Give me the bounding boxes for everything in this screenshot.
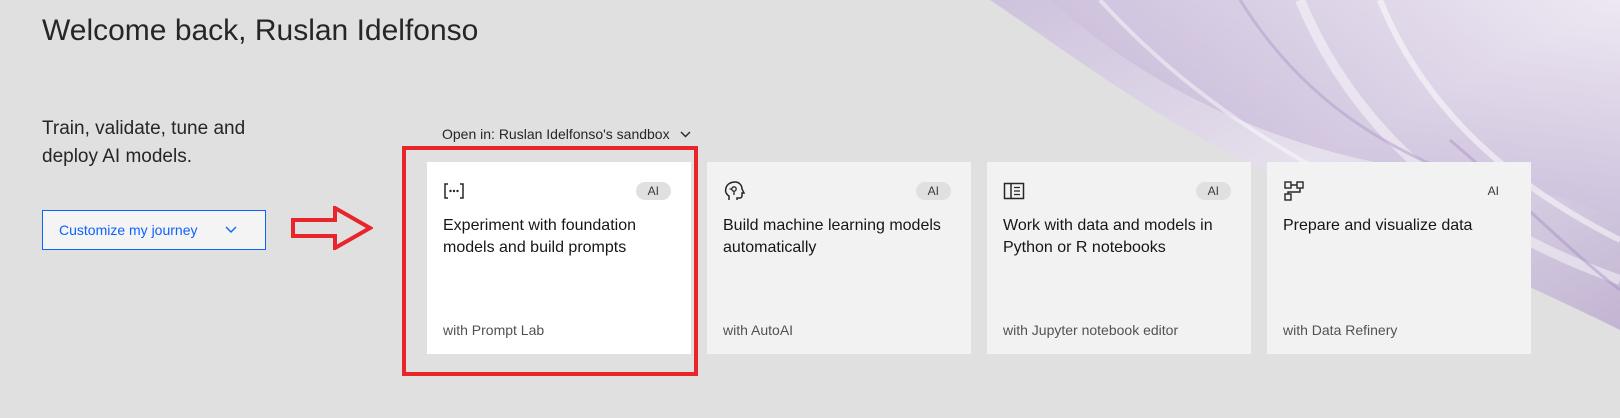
ai-tag: AI <box>1195 182 1231 200</box>
chevron-down-icon <box>225 226 237 233</box>
chevron-down-icon <box>680 131 691 137</box>
card-title: Experiment with foundation models and bu… <box>443 217 636 256</box>
card-subtitle: with Jupyter notebook editor <box>1003 322 1179 338</box>
card-title: Work with data and models in Python or R… <box>1003 217 1213 256</box>
intro-tagline: Train, validate, tune and deploy AI mode… <box>42 118 246 167</box>
card-subtitle: with Data Refinery <box>1283 322 1398 338</box>
card-title: Prepare and visualize data <box>1283 217 1473 234</box>
prompt-brackets-icon <box>444 183 464 199</box>
open-in-selector[interactable]: Open in: Ruslan Idelfonso's sandbox <box>442 126 691 142</box>
card-autoai[interactable]: AI Build machine learning models automat… <box>707 162 971 354</box>
customize-journey-label: Customize my journey <box>59 222 198 238</box>
card-title: Build machine learning models automatica… <box>723 217 941 256</box>
page-title: Welcome back, Ruslan Idelfonso <box>42 14 479 47</box>
card-subtitle: with AutoAI <box>723 322 794 338</box>
machine-learning-head-icon <box>724 181 745 200</box>
card-subtitle: with Prompt Lab <box>443 322 545 338</box>
card-data-refinery[interactable]: AI Prepare and visualize data with Data … <box>1267 162 1531 354</box>
card-jupyter-notebook[interactable]: AI Work with data and models in Python o… <box>987 162 1251 354</box>
ai-tag: AI <box>635 182 671 200</box>
data-refinery-icon <box>1284 181 1304 201</box>
notebook-icon <box>1003 182 1025 200</box>
customize-journey-button[interactable]: Customize my journey <box>42 210 266 250</box>
open-in-label: Open in: Ruslan Idelfonso's sandbox <box>442 126 670 142</box>
ai-tag: AI <box>1487 184 1499 198</box>
card-prompt-lab[interactable]: AI Experiment with foundation models and… <box>427 162 691 354</box>
red-arrow-annotation <box>291 206 373 250</box>
ai-tag: AI <box>915 182 951 200</box>
